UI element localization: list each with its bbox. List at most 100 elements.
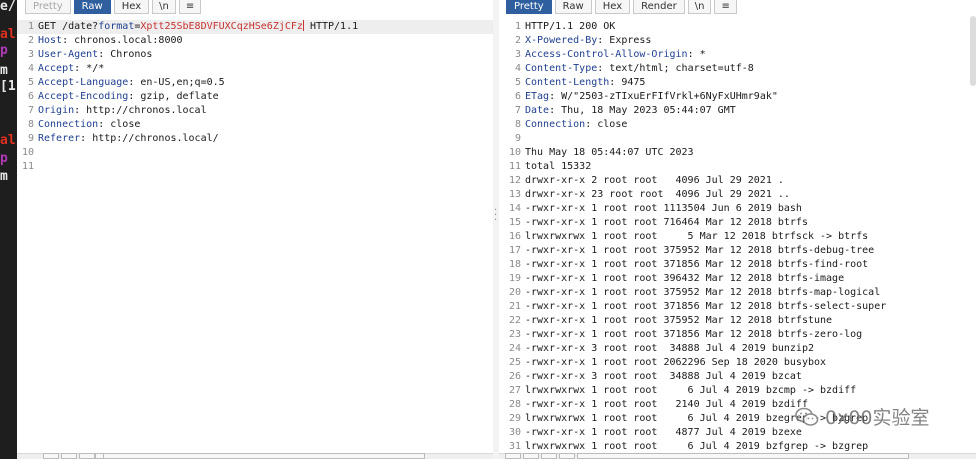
line-number: 12	[508, 175, 521, 186]
search-input[interactable]	[103, 453, 425, 459]
response-pane: Pretty Raw Hex Render \n ≡ 1 HTTP/1.1 200 OK 2 X…	[499, 0, 976, 459]
header-name: Referer	[38, 133, 81, 144]
status-line: HTTP/1.1 200 OK	[525, 21, 616, 32]
body-text: -rwxr-xr-x 1 root root 4877 Jul 4 2019 b…	[525, 427, 802, 438]
header-value: Chronos	[104, 49, 153, 60]
header-name: Connection	[525, 119, 586, 130]
line-number: 5	[27, 77, 34, 88]
header-value: chronos.local:8000	[68, 35, 183, 46]
search-input[interactable]	[577, 453, 909, 459]
header-name: Accept	[38, 63, 75, 74]
body-text: drwxr-xr-x 23 root root 4096 Jul 29 2021…	[525, 189, 790, 200]
header-name: Connection	[38, 119, 99, 130]
line-number: 13	[508, 189, 521, 200]
prev-button[interactable]	[43, 453, 59, 459]
line-number: 1	[27, 21, 34, 32]
back-button[interactable]	[79, 453, 95, 459]
request-protocol: HTTP/1.1	[303, 21, 359, 32]
body-text: -rwxr-xr-x 1 root root 396432 Mar 12 201…	[525, 273, 845, 284]
prev-button[interactable]	[505, 453, 521, 459]
request-tab-raw[interactable]: Raw	[73, 0, 111, 14]
request-tab-menu[interactable]: ≡	[178, 0, 202, 14]
header-name: ETag	[525, 91, 550, 102]
header-value: 9475	[615, 77, 646, 88]
header-name: Origin	[38, 105, 75, 116]
header-name: Content-Length	[525, 77, 610, 88]
settings-button[interactable]	[61, 453, 77, 459]
response-header-line: 7 Date: Thu, 18 May 2023 05:44:07 GMT	[499, 104, 976, 118]
response-body-line: 14 -rwxr-xr-x 1 root root 1113504 Jun 6 2…	[499, 202, 976, 216]
terminal-line: m	[0, 63, 8, 78]
body-text: -rwxr-xr-x 1 root root 371856 Mar 12 201…	[525, 301, 887, 312]
response-header-line: 6 ETag: W/"2503-zTIxuErFIfVrkl+6NyFxUHmr9…	[499, 90, 976, 104]
response-editor[interactable]: 1 HTTP/1.1 200 OK 2 X-Powered-By: Express 3 A…	[499, 20, 976, 454]
line-number: 9	[514, 133, 521, 144]
line-number: 24	[508, 343, 521, 354]
response-body-line: 27 lrwxrwxrwx 1 root root 6 Jul 4 2019 bz…	[499, 384, 976, 398]
response-body-line: 18 -rwxr-xr-x 1 root root 371856 Mar 12 2…	[499, 258, 976, 272]
terminal-line: e/	[0, 0, 16, 14]
body-text: drwxr-xr-x 2 root root 4096 Jul 29 2021 …	[525, 175, 784, 186]
query-param-value: Xptt25SbE8DVFUXCqzHSe6ZjCFz	[140, 21, 303, 32]
line-number: 8	[514, 119, 521, 130]
header-name: User-Agent	[38, 49, 99, 60]
request-editor[interactable]: 1 GET /date? format = Xptt25SbE8DVFUXCqzHSe6…	[17, 20, 493, 174]
settings-button[interactable]	[523, 453, 539, 459]
line-number: 29	[508, 413, 521, 424]
response-body-line: 10 Thu May 18 05:44:07 UTC 2023	[499, 146, 976, 160]
back-button[interactable]	[541, 453, 557, 459]
response-tab-raw[interactable]: Raw	[554, 0, 592, 14]
request-bottom-bar	[17, 453, 493, 459]
line-number: 23	[508, 329, 521, 340]
line-number: 7	[514, 105, 521, 116]
response-toolbar: Pretty Raw Hex Render \n ≡	[499, 0, 737, 14]
line-number: 3	[27, 49, 34, 60]
terminal-line: al	[0, 133, 16, 148]
response-body-line: 21 -rwxr-xr-x 1 root root 371856 Mar 12 2…	[499, 300, 976, 314]
response-header-line: 4 Content-Type: text/html; charset=utf-8	[499, 62, 976, 76]
watermark-text: 0x00实验室	[825, 407, 930, 429]
vertical-scrollbar[interactable]	[970, 16, 976, 86]
terminal-line: m	[0, 169, 8, 184]
line-number: 18	[508, 259, 521, 270]
body-text: -rwxr-xr-x 1 root root 375952 Mar 12 201…	[525, 315, 833, 326]
body-text: -rwxr-xr-x 1 root root 371856 Mar 12 201…	[525, 259, 869, 270]
terminal-strip: e/al p m [1 al p m	[0, 0, 17, 459]
request-tab-pretty[interactable]: Pretty	[25, 0, 71, 14]
terminal-line: p	[0, 151, 8, 166]
header-value: http://chronos.local	[80, 105, 207, 116]
terminal-line: [1	[0, 79, 16, 94]
response-tab-menu[interactable]: ≡	[714, 0, 737, 14]
line-number: 4	[27, 63, 34, 74]
request-toolbar: Pretty Raw Hex \n ≡	[17, 0, 202, 14]
response-tab-hex[interactable]: Hex	[594, 0, 631, 14]
request-header-line: 5 Accept-Language: en-US,en;q=0.5	[17, 76, 493, 90]
line-number: 7	[27, 105, 34, 116]
forward-button[interactable]	[559, 453, 575, 459]
line-number: 15	[508, 217, 521, 228]
request-tab-hex[interactable]: Hex	[113, 0, 150, 14]
body-text: -rwxr-xr-x 1 root root 2062296 Sep 18 20…	[525, 357, 827, 368]
splitter-grip-icon[interactable]: · · ·	[494, 206, 497, 226]
response-tab-render[interactable]: Render	[633, 0, 685, 14]
line-number: 19	[508, 273, 521, 284]
response-body-line: 17 -rwxr-xr-x 1 root root 375952 Mar 12 2…	[499, 244, 976, 258]
response-tab-pretty[interactable]: Pretty	[506, 0, 552, 14]
body-text: -rwxr-xr-x 1 root root 2140 Jul 4 2019 b…	[525, 399, 808, 410]
response-body-line: 26 -rwxr-xr-x 3 root root 34888 Jul 4 201…	[499, 370, 976, 384]
header-value: close	[104, 119, 141, 130]
response-body-line: 13 drwxr-xr-x 23 root root 4096 Jul 29 20…	[499, 188, 976, 202]
request-tab-newline[interactable]: \n	[152, 0, 176, 14]
header-value: Express	[603, 35, 652, 46]
request-header-line: 2 Host: chronos.local:8000	[17, 34, 493, 48]
terminal-line: al	[0, 27, 16, 42]
terminal-line: p	[0, 43, 8, 58]
header-value: en-US,en;q=0.5	[134, 77, 225, 88]
line-number: 1	[514, 21, 521, 32]
line-number: 25	[508, 357, 521, 368]
empty-line: 10	[17, 146, 493, 160]
response-tab-newline[interactable]: \n	[687, 0, 712, 14]
line-number: 5	[514, 77, 521, 88]
response-header-line: 3 Access-Control-Allow-Origin: *	[499, 48, 976, 62]
header-name: Date	[525, 105, 550, 116]
